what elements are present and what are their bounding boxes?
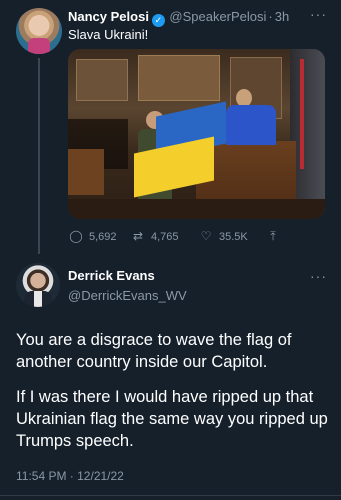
tweet2-handle[interactable]: @DerrickEvans_WV [68,288,187,303]
retweet-button[interactable]: ⇄ 4,765 [131,229,179,243]
flag-stripe [300,59,304,169]
retweet-icon: ⇄ [132,229,144,243]
avatar-collar [28,38,50,54]
left-desk [68,149,104,195]
reply-button[interactable]: ◯ 5,692 [69,229,117,243]
tweet1-time[interactable]: 3h [275,9,289,24]
verified-badge-icon: ✓ [151,14,165,27]
tweet1-handle[interactable]: @SpeakerPelosi [169,9,266,24]
tweet1-author-name[interactable]: Nancy Pelosi [68,9,149,24]
thread-line [38,58,40,254]
wall-panel [76,59,128,101]
tweet2-more-icon[interactable]: ··· [310,268,327,284]
share-icon: ⤒ [270,229,276,243]
evans-avatar[interactable] [16,263,60,307]
reply-count: 5,692 [89,231,117,243]
divider [0,495,341,496]
avatar-shirt [34,291,42,307]
pelosi-avatar[interactable] [16,8,62,54]
retweet-count: 4,765 [151,231,179,243]
tweet2-paragraph-1: You are a disgrace to wave the flag of a… [16,331,292,371]
wall-panel [138,55,220,101]
share-button[interactable]: ⤒ [266,229,286,244]
like-icon: ♡ [200,229,212,243]
tweet2-author-name[interactable]: Derrick Evans [68,268,155,283]
person-body [226,105,276,145]
tweet2-paragraph-2: If I was there I would have ripped up th… [16,388,328,450]
like-button[interactable]: ♡ 35.5K [199,229,248,243]
floor [68,199,325,219]
tweet1-media-photo[interactable] [68,49,325,219]
like-count: 35.5K [219,231,248,243]
tweet1-separator: · [268,9,273,24]
tweet1-more-icon[interactable]: ··· [310,6,327,22]
tweet1-text: Slava Ukraini! [68,27,149,42]
tweet2-timestamp[interactable]: 11:54 PM · 12/21/22 [16,469,124,483]
tweet1-header: Nancy Pelosi ✓ @SpeakerPelosi · 3h [68,8,289,27]
reply-icon: ◯ [69,229,83,243]
